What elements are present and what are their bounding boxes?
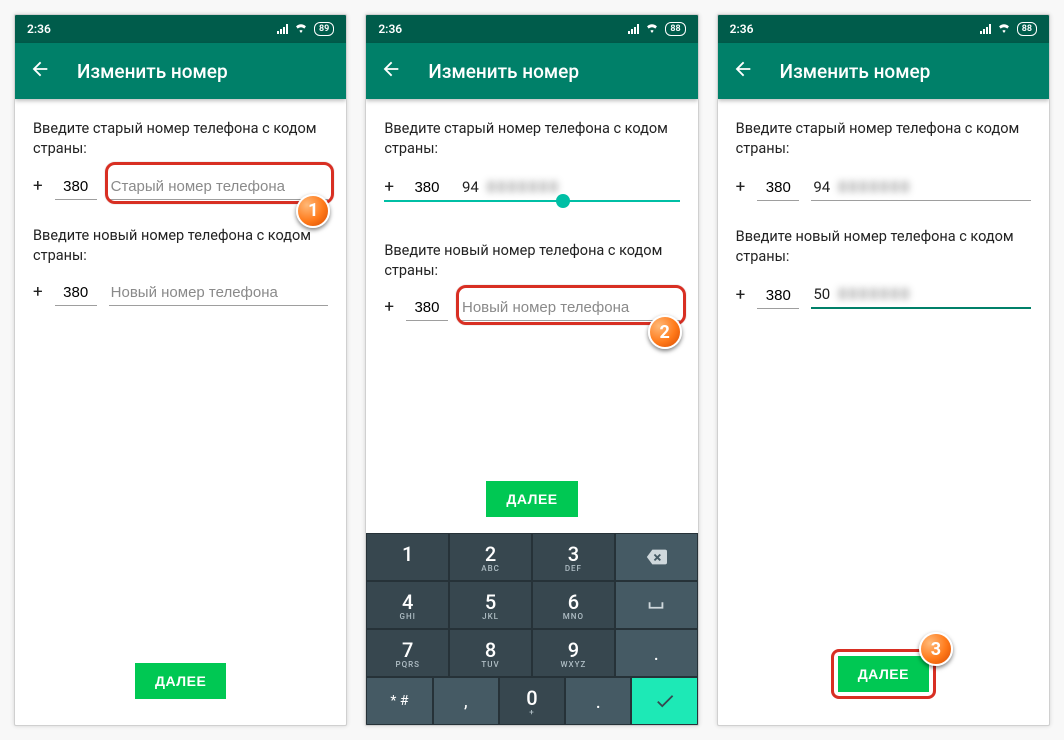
key-comma[interactable]: , — [433, 677, 499, 725]
prompt-new: Введите новый номер телефона с кодом стр… — [384, 241, 679, 282]
selection-slider[interactable] — [384, 200, 679, 202]
slider-thumb-icon[interactable] — [556, 194, 570, 208]
new-phone-prefix: 50 — [813, 285, 830, 303]
app-title: Изменить номер — [77, 60, 228, 83]
back-icon[interactable] — [732, 58, 754, 84]
key-period[interactable]: . — [615, 629, 698, 677]
key-dot[interactable]: . — [565, 677, 631, 725]
plus-sign: + — [736, 177, 746, 201]
key-6[interactable]: 6MNO — [532, 581, 615, 629]
app-bar: Изменить номер — [15, 43, 346, 99]
status-time: 2:36 — [730, 22, 754, 36]
key-7[interactable]: 7PQRS — [366, 629, 449, 677]
key-space[interactable] — [615, 581, 698, 629]
app-bar: Изменить номер — [366, 43, 697, 99]
old-phone-input[interactable] — [109, 174, 329, 200]
old-phone-prefix: 94 — [462, 178, 479, 196]
battery-icon: 88 — [1017, 22, 1037, 36]
status-bar: 2:36 88 — [718, 15, 1049, 43]
key-4[interactable]: 4GHI — [366, 581, 449, 629]
signal-icon — [980, 24, 991, 34]
wifi-icon — [645, 22, 659, 36]
country-code-new[interactable] — [55, 280, 97, 306]
highlight-step-3: ДАЛЕЕ 3 — [831, 649, 936, 699]
wifi-icon — [294, 22, 308, 36]
old-phone-blurred: 0000000 — [487, 178, 560, 196]
back-icon[interactable] — [29, 58, 51, 84]
plus-sign: + — [736, 285, 746, 309]
app-bar: Изменить номер — [718, 43, 1049, 99]
status-bar: 2:36 88 — [366, 15, 697, 43]
next-button[interactable]: ДАЛЕЕ — [486, 481, 577, 517]
app-title: Изменить номер — [780, 60, 931, 83]
country-code-old[interactable] — [55, 174, 97, 200]
new-phone-input[interactable] — [109, 280, 329, 306]
screen-1: 2:36 89 Изменить номер Введите старый но… — [14, 14, 347, 726]
key-1[interactable]: 1 — [366, 533, 449, 581]
back-icon[interactable] — [380, 58, 402, 84]
plus-sign: + — [33, 282, 43, 306]
new-phone-input[interactable] — [460, 295, 680, 321]
screen-3: 2:36 88 Изменить номер Введите старый но… — [717, 14, 1050, 726]
key-backspace[interactable] — [615, 533, 698, 581]
next-button[interactable]: ДАЛЕЕ — [135, 663, 226, 699]
signal-icon — [628, 24, 639, 34]
prompt-new: Введите новый номер телефона с кодом стр… — [736, 227, 1031, 268]
prompt-old: Введите старый номер телефона с кодом ст… — [33, 119, 328, 160]
plus-sign: + — [384, 297, 394, 321]
old-phone-blurred: 0000000 — [838, 178, 911, 196]
status-bar: 2:36 89 — [15, 15, 346, 43]
battery-icon: 88 — [665, 22, 685, 36]
country-code-new[interactable] — [757, 283, 799, 309]
key-confirm[interactable] — [631, 677, 697, 725]
prompt-old: Введите старый номер телефона с кодом ст… — [384, 119, 679, 160]
old-phone-prefix: 94 — [813, 178, 830, 196]
battery-icon: 89 — [314, 22, 334, 36]
key-9[interactable]: 9WXYZ — [532, 629, 615, 677]
old-phone-input[interactable]: 94 0000000 — [460, 174, 680, 201]
wifi-icon — [997, 22, 1011, 36]
plus-sign: + — [33, 176, 43, 200]
key-0[interactable]: 0+ — [499, 677, 565, 725]
plus-sign: + — [384, 177, 394, 201]
prompt-old: Введите старый номер телефона с кодом ст… — [736, 119, 1031, 160]
key-2[interactable]: 2ABC — [449, 533, 532, 581]
old-phone-input[interactable]: 94 0000000 — [811, 174, 1031, 201]
next-button[interactable]: ДАЛЕЕ — [838, 656, 929, 692]
status-time: 2:36 — [378, 22, 402, 36]
app-title: Изменить номер — [428, 60, 579, 83]
status-time: 2:36 — [27, 22, 51, 36]
key-8[interactable]: 8TUV — [449, 629, 532, 677]
screen-2: 2:36 88 Изменить номер Введите старый но… — [365, 14, 698, 726]
country-code-old[interactable] — [406, 175, 448, 201]
country-code-old[interactable] — [757, 175, 799, 201]
new-phone-input[interactable]: 50 0000000 — [811, 281, 1031, 309]
signal-icon — [277, 24, 288, 34]
numeric-keypad: 1 2ABC 3DEF 4GHI 5JKL 6MNO 7PQRS 8TUV 9W… — [366, 533, 697, 725]
key-3[interactable]: 3DEF — [532, 533, 615, 581]
key-5[interactable]: 5JKL — [449, 581, 532, 629]
prompt-new: Введите новый номер телефона с кодом стр… — [33, 226, 328, 267]
new-phone-blurred: 0000000 — [838, 285, 911, 303]
country-code-new[interactable] — [406, 295, 448, 321]
key-symbols[interactable]: * # — [366, 677, 432, 725]
